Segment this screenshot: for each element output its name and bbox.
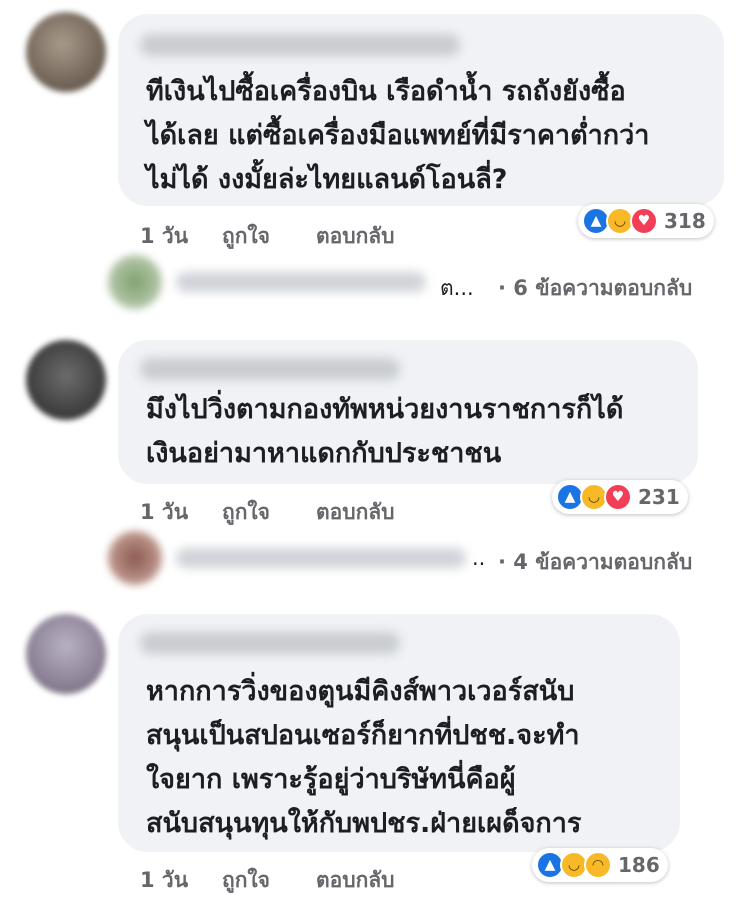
like-glyph: ▲ <box>590 213 602 229</box>
replies-link[interactable] <box>108 531 466 585</box>
like-button[interactable]: ถูกใจ <box>222 220 316 253</box>
reply-preview-blur <box>176 548 466 568</box>
comment-actions: 1 วัน ถูกใจ ตอบกลับ <box>140 220 395 253</box>
sad-icon: ◠ <box>584 851 612 879</box>
comment-text: มึงไปวิ่งตามกองทัพหน่วยงานราชการก็ได้ เง… <box>146 394 624 469</box>
commenter-name[interactable] <box>140 358 400 380</box>
view-replies-link[interactable]: · 4 ข้อความตอบกลับ <box>498 546 692 579</box>
comment-timestamp[interactable]: 1 วัน <box>140 220 222 253</box>
comment-actions: 1 วัน ถูกใจ ตอบกลับ <box>140 864 395 897</box>
reaction-count: 318 <box>664 209 706 233</box>
reaction-count: 186 <box>618 853 660 877</box>
commenter-name[interactable] <box>140 34 460 56</box>
love-icon: ♥ <box>630 207 658 235</box>
like-glyph: ▲ <box>564 489 576 505</box>
reply-button[interactable]: ตอบกลับ <box>316 220 395 253</box>
love-glyph: ♥ <box>637 213 651 229</box>
reply-avatar <box>108 531 162 585</box>
sad-glyph: ◠ <box>591 857 605 873</box>
comment-timestamp[interactable]: 1 วัน <box>140 496 222 529</box>
reaction-summary[interactable]: ▲ ◡ ♥ 231 <box>552 480 688 514</box>
replies-link[interactable] <box>108 255 426 309</box>
reply-preview-text[interactable]: .. <box>472 546 485 570</box>
comment-bubble: ทีเงินไปซื้อเครื่องบิน เรือดำน้ำ รถถังยั… <box>118 14 724 206</box>
comment-timestamp[interactable]: 1 วัน <box>140 864 222 897</box>
reaction-summary[interactable]: ▲ ◡ ♥ 318 <box>578 204 714 238</box>
reaction-count: 231 <box>638 485 680 509</box>
comment-text: หากการวิ่งของตูนมีคิงส์พาวเวอร์สนับ สนุน… <box>146 676 582 839</box>
like-glyph: ▲ <box>544 857 556 873</box>
love-glyph: ♥ <box>611 489 625 505</box>
view-replies-link[interactable]: · 6 ข้อความตอบกลับ <box>498 272 692 305</box>
love-icon: ♥ <box>604 483 632 511</box>
commenter-avatar[interactable] <box>26 340 106 420</box>
comment-text: ทีเงินไปซื้อเครื่องบิน เรือดำน้ำ รถถังยั… <box>146 76 650 195</box>
reply-button[interactable]: ตอบกลับ <box>316 496 395 529</box>
haha-glyph: ◡ <box>613 213 627 229</box>
reply-preview-text[interactable]: ต... <box>440 272 474 305</box>
reply-preview-blur <box>176 272 426 292</box>
haha-glyph: ◡ <box>567 857 581 873</box>
like-button[interactable]: ถูกใจ <box>222 496 316 529</box>
haha-glyph: ◡ <box>587 489 601 505</box>
commenter-avatar[interactable] <box>26 12 106 92</box>
like-button[interactable]: ถูกใจ <box>222 864 316 897</box>
reaction-summary[interactable]: ▲ ◡ ◠ 186 <box>532 848 668 882</box>
commenter-avatar[interactable] <box>26 614 106 694</box>
reply-button[interactable]: ตอบกลับ <box>316 864 395 897</box>
comment-actions: 1 วัน ถูกใจ ตอบกลับ <box>140 496 395 529</box>
commenter-name[interactable] <box>140 632 400 654</box>
comment-bubble: หากการวิ่งของตูนมีคิงส์พาวเวอร์สนับ สนุน… <box>118 614 680 852</box>
comment-bubble: มึงไปวิ่งตามกองทัพหน่วยงานราชการก็ได้ เง… <box>118 340 698 484</box>
reply-avatar <box>108 255 162 309</box>
